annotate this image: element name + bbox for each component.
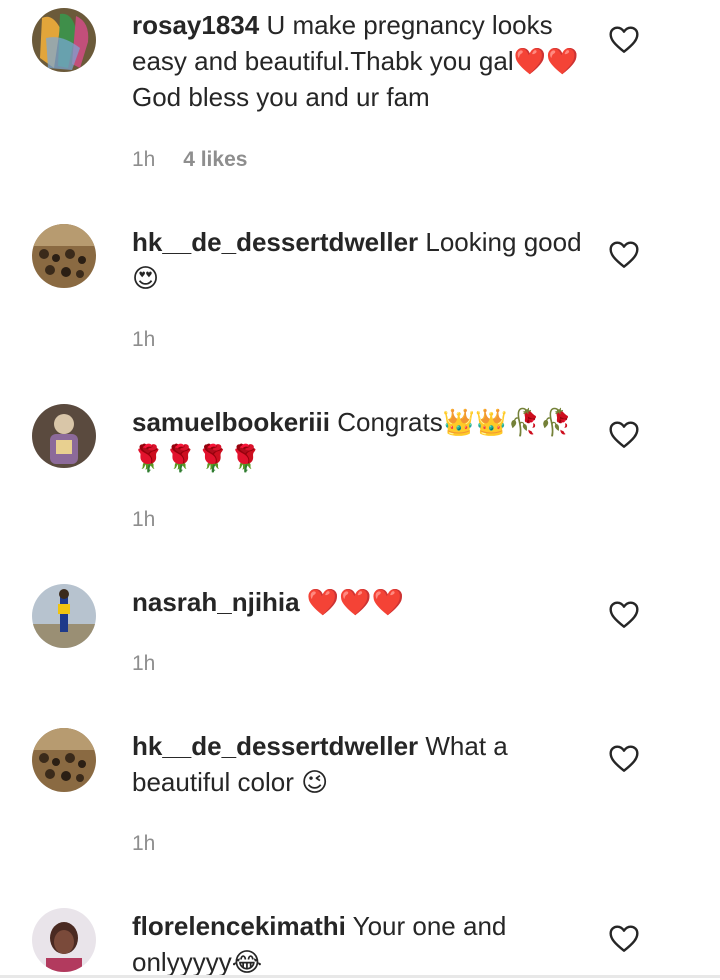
avatar[interactable] <box>32 908 96 972</box>
comment-text: samuelbookeriii Congrats👑👑🥀🥀🌹🌹🌹🌹 <box>132 404 587 476</box>
comment-time: 1h <box>132 652 156 675</box>
comment-meta: 1h 4 likes <box>132 148 247 172</box>
comment-username[interactable]: samuelbookeriii <box>132 407 330 437</box>
comment-text: rosay1834 U make pregnancy looks easy an… <box>132 7 587 115</box>
comment-time: 1h <box>132 508 156 531</box>
comment-text: florelencekimathi Your one and onlyyyyy😂 <box>132 908 587 980</box>
comment-username[interactable]: nasrah_njihia <box>132 587 300 617</box>
avatar[interactable] <box>32 8 96 72</box>
comment-username[interactable]: hk__de_dessertdweller <box>132 731 418 761</box>
avatar[interactable] <box>32 728 96 792</box>
comment-time: 1h <box>132 328 156 351</box>
comment-likes[interactable]: 4 likes <box>183 148 247 171</box>
comment-text: hk__de_dessertdweller Looking good 😍 <box>132 224 587 296</box>
avatar[interactable] <box>32 584 96 648</box>
like-heart-icon[interactable] <box>608 743 640 773</box>
like-heart-icon[interactable] <box>608 419 640 449</box>
comment-meta: 1h <box>132 328 155 352</box>
avatar[interactable] <box>32 224 96 288</box>
like-heart-icon[interactable] <box>608 599 640 629</box>
comment-meta: 1h <box>132 652 155 676</box>
comment-time: 1h <box>132 148 156 171</box>
comment-username[interactable]: hk__de_dessertdweller <box>132 227 418 257</box>
comment-text: hk__de_dessertdweller What a beautiful c… <box>132 728 587 800</box>
comment-meta: 1h <box>132 832 155 856</box>
comment-text: nasrah_njihia ❤️❤️❤️ <box>132 584 587 620</box>
comment-username[interactable]: florelencekimathi <box>132 911 346 941</box>
like-heart-icon[interactable] <box>608 239 640 269</box>
like-heart-icon[interactable] <box>608 923 640 953</box>
comment-username[interactable]: rosay1834 <box>132 10 259 40</box>
comment-meta: 1h <box>132 508 155 532</box>
like-heart-icon[interactable] <box>608 24 640 54</box>
avatar[interactable] <box>32 404 96 468</box>
comment-time: 1h <box>132 832 156 855</box>
comment-body: ❤️❤️❤️ <box>306 587 404 617</box>
